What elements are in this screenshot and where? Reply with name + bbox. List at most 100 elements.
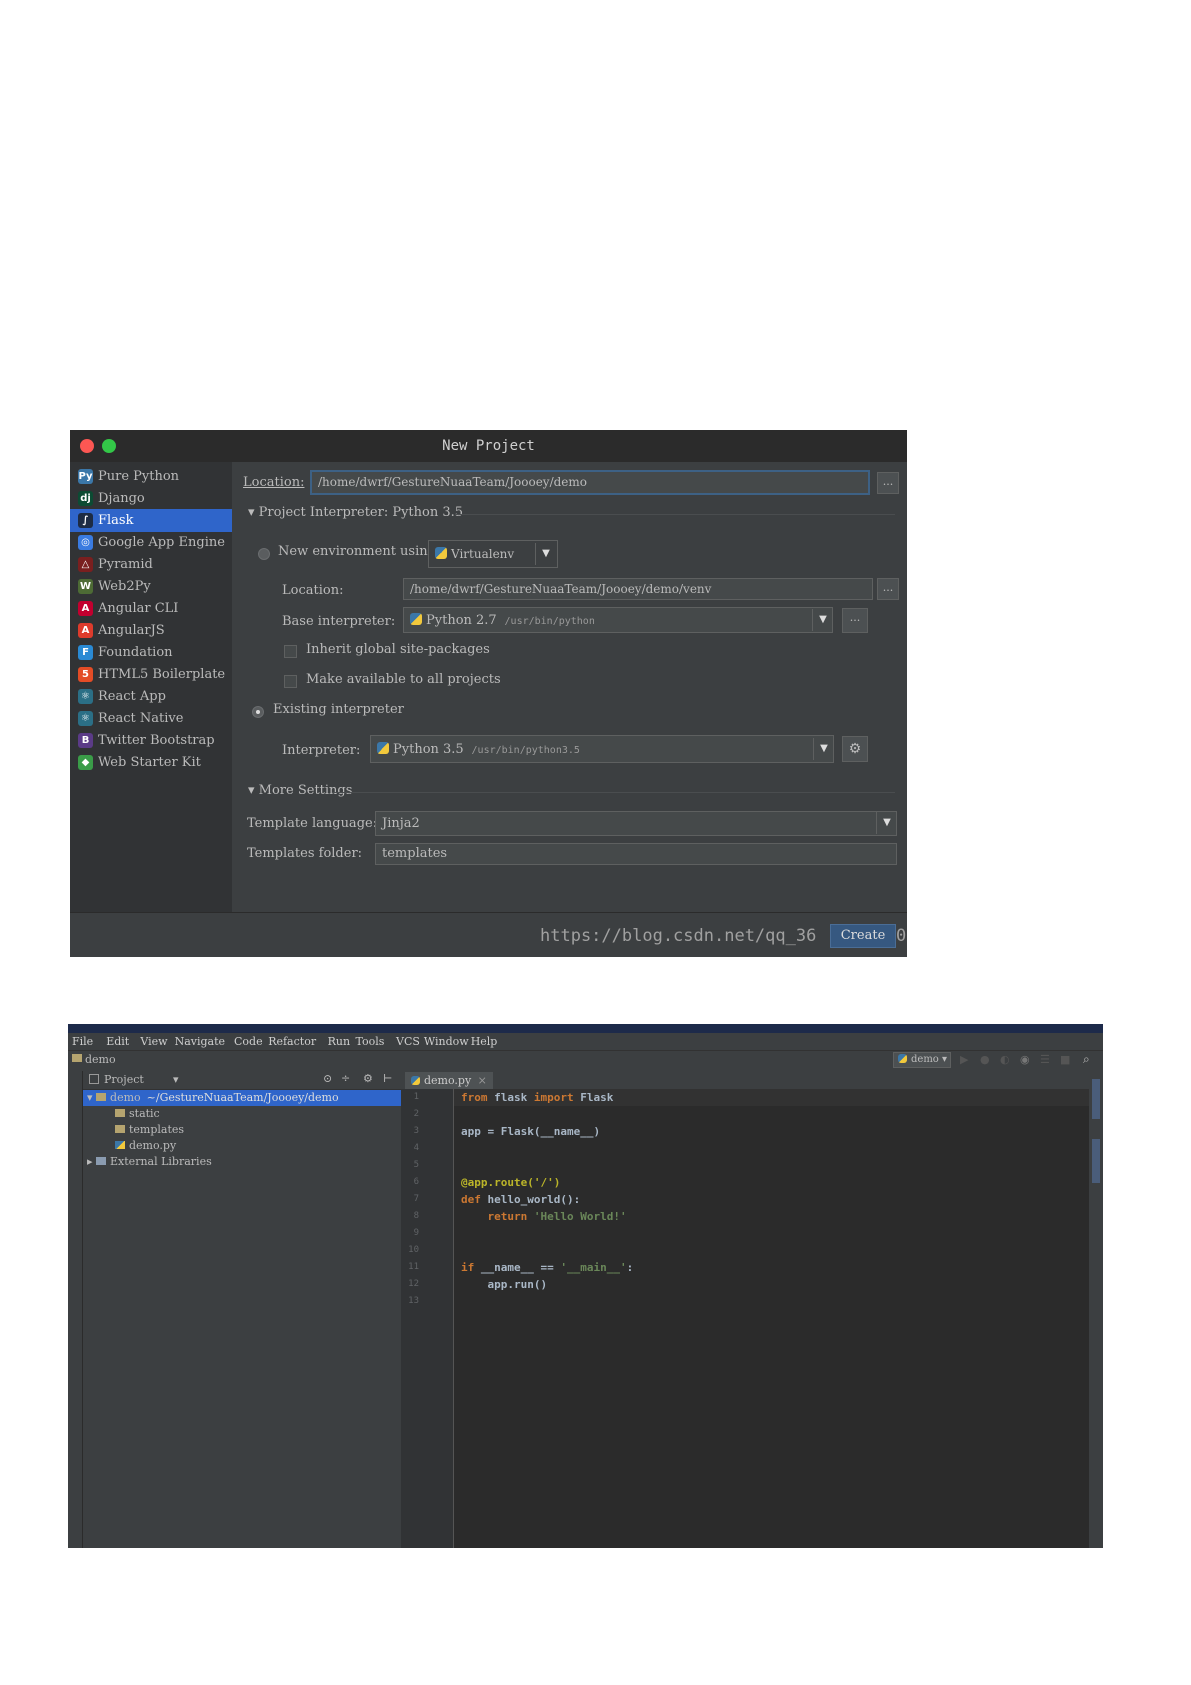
chevron-down-icon[interactable]: ▾ [87, 1091, 96, 1104]
coverage-icon[interactable]: ◐ [1000, 1053, 1010, 1066]
template-language-select[interactable]: Jinja2 ▼ [375, 811, 897, 836]
scientific-tool-icon[interactable] [1092, 1139, 1100, 1183]
tree-item[interactable]: demo.py [83, 1138, 176, 1154]
base-interpreter-select[interactable]: Python 2.7 /usr/bin/python ▼ [403, 607, 833, 633]
menu-run[interactable]: Run [328, 1035, 350, 1048]
project-type-google-app-engine[interactable]: ◎ Google App Engine [70, 531, 232, 554]
tasks-icon[interactable]: ☰ [1040, 1053, 1050, 1066]
project-type-react-native[interactable]: ⚛ React Native [70, 707, 232, 730]
menu-refactor[interactable]: Refactor [268, 1035, 316, 1048]
project-type-list: Py Pure Python dj Django ∫ Flask ◎ Google App E… [70, 462, 232, 912]
make-available-checkbox[interactable] [284, 675, 297, 688]
new-environment-radio[interactable] [258, 548, 270, 560]
debug-icon[interactable]: ● [980, 1053, 990, 1066]
environment-tool-select[interactable]: Virtualenv ▼ [428, 540, 558, 568]
project-type-web2py[interactable]: W Web2Py [70, 575, 232, 598]
line-number: 2 [413, 1109, 419, 1119]
collapse-all-icon[interactable]: ÷ [341, 1072, 350, 1085]
menu-tools[interactable]: Tools [356, 1035, 385, 1048]
interpreter-section-toggle[interactable]: ▾ Project Interpreter: Python 3.5 [248, 505, 463, 520]
close-icon[interactable]: × [478, 1074, 487, 1087]
make-available-label: Make available to all projects [306, 672, 501, 687]
existing-interpreter-label: Existing interpreter [273, 702, 404, 717]
interpreter-path: /usr/bin/python3.5 [471, 745, 580, 756]
scroll-from-source-icon[interactable]: ⊙ [323, 1072, 332, 1085]
code-token: if [461, 1261, 475, 1274]
menu-vcs[interactable]: VCS [396, 1035, 420, 1048]
search-icon[interactable]: ⌕ [1083, 1052, 1090, 1067]
project-type-label: Pure Python [98, 469, 180, 484]
base-interpreter-name: Python 2.7 [426, 613, 497, 628]
more-settings-toggle[interactable]: ▾ More Settings [248, 783, 352, 798]
tree-item[interactable]: templates [83, 1122, 184, 1138]
menu-window[interactable]: Window [424, 1035, 469, 1048]
stop-icon[interactable]: ■ [1060, 1053, 1070, 1066]
base-interpreter-browse-button[interactable]: ... [842, 608, 868, 633]
project-type-label: React App [98, 689, 166, 704]
code-line: def hello_world(): [461, 1191, 580, 1208]
project-type-django[interactable]: dj Django [70, 487, 232, 510]
project-panel: Project ▾ ⊙ ÷ ⚙ ⊢ ▾ demo ~/GestureNuaaTea… [83, 1071, 405, 1548]
chevron-down-icon: ▼ [812, 609, 832, 631]
environment-tool-value: Virtualenv [451, 547, 515, 561]
inherit-packages-checkbox[interactable] [284, 645, 297, 658]
tree-item[interactable]: static [83, 1106, 160, 1122]
location-browse-button[interactable]: ... [877, 472, 899, 494]
interpreter-select[interactable]: Python 3.5 /usr/bin/python3.5 ▼ [370, 735, 834, 763]
project-type-pure-python[interactable]: Py Pure Python [70, 465, 232, 488]
chevron-down-icon: ▼ [535, 543, 556, 565]
project-type-react-app[interactable]: ⚛ React App [70, 685, 232, 708]
existing-interpreter-radio[interactable] [252, 706, 264, 718]
project-type-twitter-bootstrap[interactable]: B Twitter Bootstrap [70, 729, 232, 752]
interpreter-settings-button[interactable]: ⚙ [842, 736, 868, 762]
project-view-select[interactable]: Project [104, 1073, 144, 1086]
code-token: def [461, 1193, 481, 1206]
tree-item[interactable]: ▸ External Libraries [83, 1154, 212, 1170]
new-environment-label: New environment using [278, 544, 436, 559]
project-type-pyramid[interactable]: △ Pyramid [70, 553, 232, 576]
editor-tab[interactable]: demo.py × [405, 1072, 493, 1089]
database-tool-icon[interactable] [1092, 1079, 1100, 1119]
project-type-foundation[interactable]: F Foundation [70, 641, 232, 664]
profile-icon[interactable]: ◉ [1020, 1053, 1030, 1066]
menu-view[interactable]: View [140, 1035, 167, 1048]
project-type-angular-cli[interactable]: A Angular CLI [70, 597, 232, 620]
venv-location-input[interactable]: /home/dwrf/GestureNuaaTeam/Joooey/demo/v… [403, 578, 873, 600]
tree-item-label: External Libraries [110, 1155, 212, 1168]
chevron-right-icon[interactable]: ▸ [87, 1155, 96, 1168]
react-icon: ⚛ [78, 689, 93, 704]
project-type-angularjs[interactable]: A AngularJS [70, 619, 232, 642]
tree-item-label: demo.py [129, 1139, 177, 1152]
project-panel-header: Project ▾ ⊙ ÷ ⚙ ⊢ [83, 1071, 401, 1090]
tree-item[interactable]: ▾ demo ~/GestureNuaaTeam/Joooey/demo [83, 1090, 405, 1106]
django-icon: dj [78, 491, 93, 506]
web-starter-kit-icon: ◆ [78, 755, 93, 770]
code-area[interactable]: from flask import Flask app = Flask(__nam… [461, 1089, 1081, 1548]
location-input[interactable]: /home/dwrf/GestureNuaaTeam/Joooey/demo [310, 470, 870, 495]
project-type-web-starter-kit[interactable]: ◆ Web Starter Kit [70, 751, 232, 774]
code-line: @app.route('/') [461, 1174, 560, 1191]
create-button[interactable]: Create [830, 924, 896, 948]
code-token: app.run() [461, 1278, 548, 1291]
menu-help[interactable]: Help [471, 1035, 498, 1048]
project-type-html5-boilerplate[interactable]: 5 HTML5 Boilerplate [70, 663, 232, 686]
chevron-down-icon[interactable]: ▾ [173, 1073, 179, 1086]
breadcrumb[interactable]: demo [85, 1053, 116, 1066]
templates-folder-input[interactable]: templates [375, 843, 897, 865]
menu-code[interactable]: Code [234, 1035, 263, 1048]
run-config-select[interactable]: demo ▾ [893, 1052, 951, 1068]
hide-panel-icon[interactable]: ⊢ [383, 1072, 392, 1085]
virtualenv-icon [435, 547, 447, 559]
bootstrap-icon: B [78, 733, 93, 748]
gear-icon[interactable]: ⚙ [363, 1072, 373, 1085]
project-type-label: Web Starter Kit [98, 755, 201, 770]
menu-navigate[interactable]: Navigate [175, 1035, 225, 1048]
menu-file[interactable]: File [72, 1035, 93, 1048]
run-icon[interactable]: ▶ [960, 1053, 968, 1066]
watermark-tail: 0 [896, 926, 907, 946]
project-type-flask[interactable]: ∫ Flask [70, 509, 232, 532]
venv-browse-button[interactable]: ... [877, 578, 899, 600]
code-token: Flask [573, 1091, 614, 1104]
menu-edit[interactable]: Edit [106, 1035, 129, 1048]
